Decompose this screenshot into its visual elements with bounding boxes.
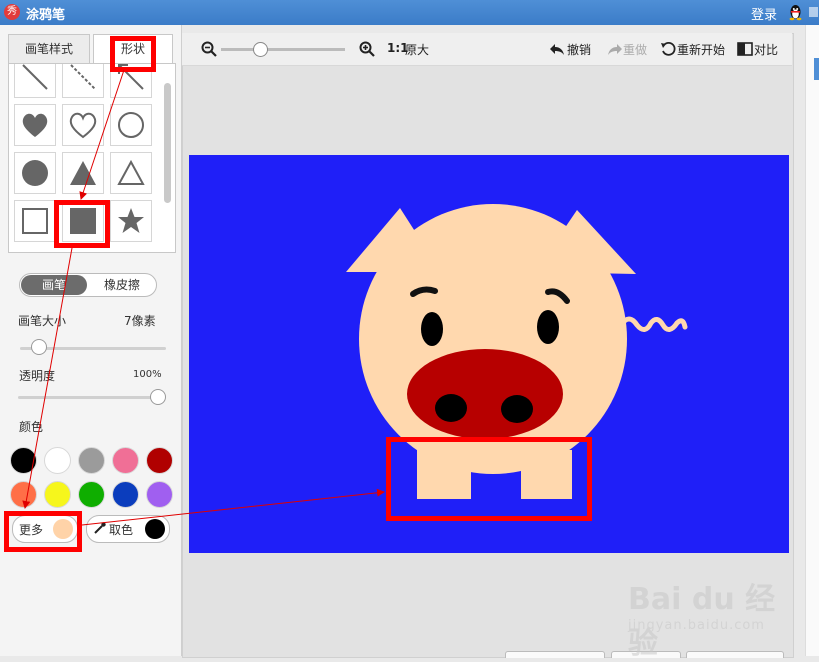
title-bar: 秀 涂鸦笔 登录	[0, 0, 819, 25]
pig-snout	[407, 349, 563, 439]
right-side-panel	[805, 25, 819, 656]
color-swatch[interactable]	[146, 481, 173, 508]
shape-circle-filled[interactable]	[14, 152, 56, 194]
shape-grid	[8, 63, 176, 253]
star-filled-icon	[118, 208, 144, 233]
watermark-url: jingyan.baidu.com	[628, 618, 765, 633]
brush-size-value: 7像素	[124, 314, 156, 328]
circle-outline-icon	[118, 112, 144, 138]
tab-brush-style[interactable]: 画笔样式	[8, 34, 90, 63]
eyedropper-icon	[94, 522, 106, 534]
pig-right-leg	[521, 450, 572, 499]
mode-pen-button[interactable]: 画笔	[21, 275, 87, 295]
undo-button[interactable]: 撤销	[567, 41, 591, 58]
shape-line-solid[interactable]	[14, 64, 56, 98]
bottom-button-1[interactable]	[505, 651, 605, 658]
drawing-canvas[interactable]	[189, 155, 789, 553]
shape-square-outline[interactable]	[14, 200, 56, 242]
redo-button[interactable]: 重做	[623, 41, 647, 58]
heart-filled-icon	[22, 113, 48, 137]
color-swatch[interactable]	[44, 481, 71, 508]
color-swatch[interactable]	[78, 481, 105, 508]
line-arrow-icon	[118, 64, 144, 90]
left-panel: 画笔样式 形状 画笔 橡皮擦 画笔大小 7像素 透明度 100% 颜色 更多 取…	[0, 25, 182, 656]
triangle-outline-icon	[117, 159, 145, 185]
shape-star-filled[interactable]	[110, 200, 152, 242]
opacity-slider-knob[interactable]	[150, 389, 166, 405]
pick-color-button[interactable]: 取色	[86, 515, 170, 543]
circle-filled-icon	[22, 160, 48, 186]
pig-left-nostril	[435, 394, 467, 422]
window-control-icon[interactable]	[807, 4, 819, 20]
baidu-jingyan-watermark: Bai du 经验 jingyan.baidu.com	[628, 570, 778, 661]
zoom-slider-knob[interactable]	[253, 42, 268, 57]
triangle-filled-icon	[70, 161, 96, 185]
brush-size-label: 画笔大小	[18, 314, 67, 328]
restart-icon[interactable]	[660, 41, 676, 57]
shape-scrollbar-thumb[interactable]	[164, 83, 171, 203]
brush-size-slider-knob[interactable]	[30, 339, 47, 355]
shape-square-filled[interactable]	[62, 200, 104, 242]
color-swatch[interactable]	[10, 447, 37, 474]
shape-scrollbar[interactable]	[163, 65, 173, 250]
pig-right-eye	[537, 310, 559, 344]
color-label: 颜色	[19, 420, 44, 434]
color-swatch[interactable]	[112, 481, 139, 508]
app-logo-icon: 秀	[4, 4, 20, 20]
undo-icon[interactable]	[549, 41, 565, 57]
tab-shape[interactable]: 形状	[93, 34, 173, 63]
shape-circle-outline[interactable]	[110, 104, 152, 146]
pig-left-leg	[417, 450, 471, 499]
color-swatch[interactable]	[146, 447, 173, 474]
mode-toggle: 画笔 橡皮擦	[19, 273, 157, 297]
shape-heart-filled[interactable]	[14, 104, 56, 146]
pig-left-eye	[421, 312, 443, 346]
color-swatch[interactable]	[78, 447, 105, 474]
line-solid-icon	[22, 64, 48, 90]
shape-triangle-filled[interactable]	[62, 152, 104, 194]
redo-icon[interactable]	[607, 41, 623, 57]
zoom-out-icon[interactable]	[201, 41, 217, 57]
zoom-in-icon[interactable]	[359, 41, 375, 57]
more-colors-label: 更多	[19, 523, 44, 537]
more-colors-button[interactable]: 更多	[12, 515, 78, 543]
square-filled-icon	[70, 208, 96, 234]
line-dashed-icon	[70, 64, 96, 90]
color-swatch[interactable]	[44, 447, 71, 474]
color-swatch[interactable]	[112, 447, 139, 474]
mode-eraser-button[interactable]: 橡皮擦	[90, 274, 154, 296]
pig-tail	[618, 316, 688, 332]
shape-line-arrow[interactable]	[110, 64, 152, 98]
square-outline-icon	[22, 208, 48, 234]
original-size-button[interactable]: 原大	[405, 41, 429, 58]
compare-button[interactable]: 对比	[754, 41, 778, 58]
current-color-swatch	[53, 519, 73, 539]
picked-color-swatch	[145, 519, 165, 539]
color-swatch[interactable]	[10, 481, 37, 508]
shape-heart-outline[interactable]	[62, 104, 104, 146]
compare-icon[interactable]	[737, 41, 753, 57]
app-title: 涂鸦笔	[26, 8, 66, 23]
shape-line-dashed[interactable]	[62, 64, 104, 98]
restart-button[interactable]: 重新开始	[677, 41, 725, 58]
qq-penguin-icon[interactable]	[787, 3, 804, 21]
opacity-label: 透明度	[19, 369, 56, 383]
pick-color-label: 取色	[109, 523, 134, 537]
shape-triangle-outline[interactable]	[110, 152, 152, 194]
opacity-value: 100%	[133, 369, 162, 380]
zoom-slider-track[interactable]	[221, 48, 345, 51]
pig-right-nostril	[501, 395, 533, 423]
opacity-slider-track[interactable]	[18, 396, 164, 399]
login-link[interactable]: 登录	[751, 4, 777, 23]
right-side-tab[interactable]	[814, 58, 819, 80]
pig-drawing	[346, 204, 688, 499]
heart-outline-icon	[69, 112, 97, 139]
